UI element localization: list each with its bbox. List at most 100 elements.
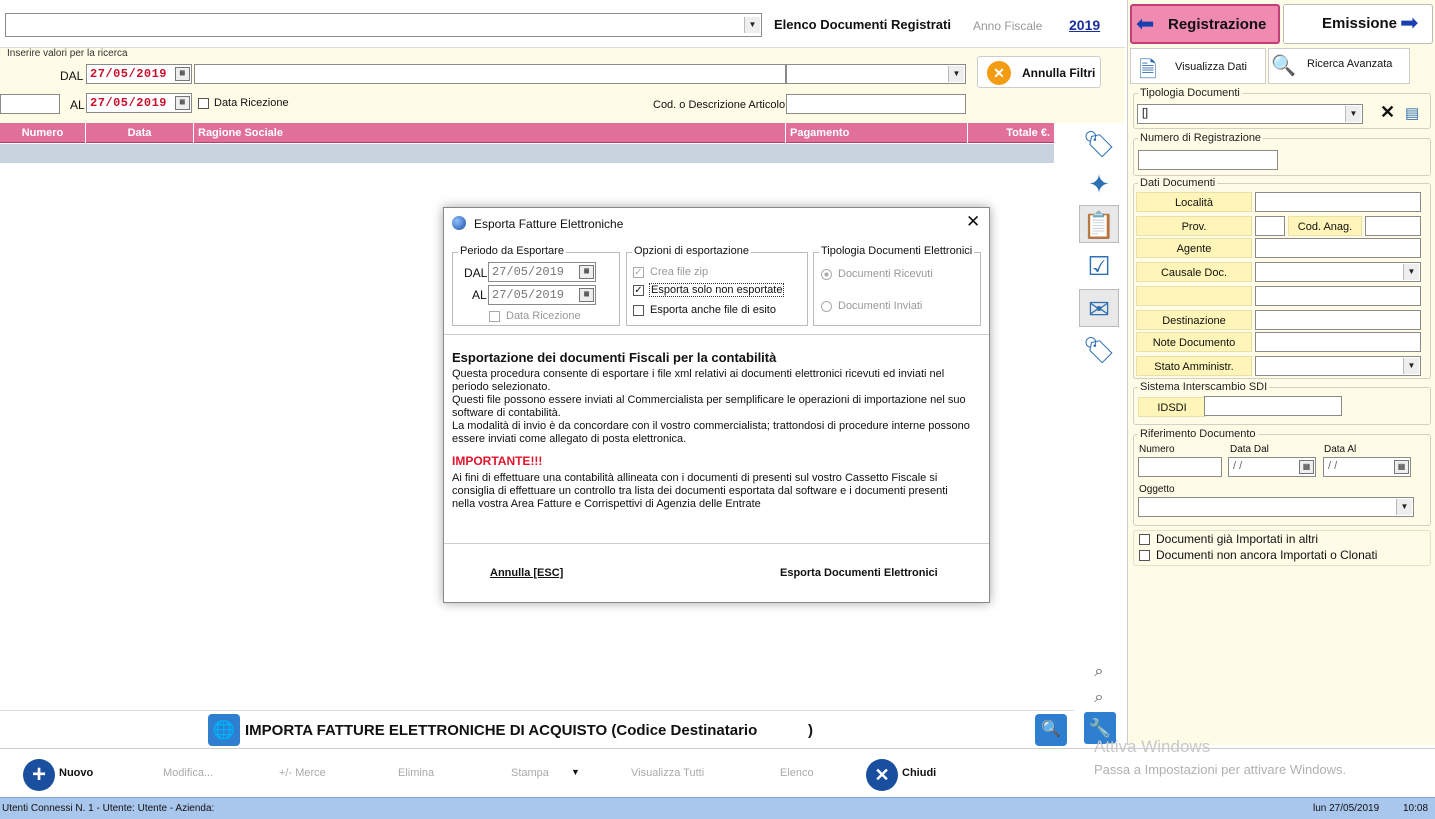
- dal-date-field[interactable]: 27/05/2019 ▦: [86, 64, 192, 84]
- calendar-icon[interactable]: ▦: [579, 265, 594, 279]
- checklist-icon[interactable]: ☑: [1079, 247, 1119, 285]
- fiscal-year-link[interactable]: 2019: [1069, 17, 1100, 33]
- merce-button[interactable]: +/- Merce: [279, 767, 326, 779]
- articolo-field[interactable]: [786, 94, 966, 114]
- destinazione-field[interactable]: [1255, 310, 1421, 330]
- chiudi-button[interactable]: Chiudi: [902, 767, 936, 779]
- close-icon[interactable]: ✕: [966, 212, 980, 232]
- inviati-radio[interactable]: [821, 301, 832, 312]
- filter-combo[interactable]: ▼: [786, 64, 966, 84]
- causale-select[interactable]: ▼: [1255, 262, 1421, 282]
- calendar-icon[interactable]: ▦: [579, 288, 594, 302]
- aux-field[interactable]: [0, 94, 60, 114]
- col-data[interactable]: Data: [86, 123, 194, 143]
- magic-wand-icon[interactable]: ✦: [1079, 165, 1119, 203]
- prov-field[interactable]: [1255, 216, 1285, 236]
- oggetto-select[interactable]: ▼: [1138, 497, 1414, 517]
- data-ricezione-checkbox[interactable]: [198, 98, 209, 109]
- al-date-field[interactable]: 27/05/2019 ▦: [86, 93, 192, 113]
- non-importati-checkbox[interactable]: [1139, 550, 1150, 561]
- importati-checkbox[interactable]: [1139, 534, 1150, 545]
- registrazione-button[interactable]: ⬅ Registrazione: [1130, 4, 1280, 44]
- crea-zip-checkbox[interactable]: ✓: [633, 267, 644, 278]
- stampa-button[interactable]: Stampa: [511, 767, 549, 779]
- solo-non-esportate-checkbox[interactable]: ✓: [633, 285, 644, 296]
- search-icon: 🔍: [1271, 55, 1296, 77]
- rif-numero-field[interactable]: [1138, 457, 1222, 477]
- esporta-documenti-button[interactable]: Esporta Documenti Elettronici: [780, 567, 938, 579]
- ricerca-avanzata-label: Ricerca Avanzata: [1307, 58, 1393, 70]
- numero-registrazione-field[interactable]: [1138, 150, 1278, 170]
- globe-icon: [452, 216, 466, 230]
- idsdi-field[interactable]: [1204, 396, 1342, 416]
- clipboard-icon[interactable]: 📋: [1079, 205, 1119, 243]
- annulla-filtri-label: Annulla Filtri: [1022, 66, 1096, 80]
- divider: [444, 334, 989, 335]
- col-totale[interactable]: Totale €.: [968, 123, 1054, 143]
- calendar-icon[interactable]: ▦: [175, 67, 190, 81]
- status-date: lun 27/05/2019: [1313, 803, 1380, 814]
- dialog-dal-label: DAL: [464, 266, 488, 280]
- col-numero[interactable]: Numero: [0, 123, 86, 143]
- tipologia-elettronici-title: Tipologia Documenti Elettronici: [819, 245, 975, 257]
- dialog-al-field[interactable]: 27/05/2019 ▦: [488, 285, 596, 305]
- search-filters: Inserire valori per la ricerca DAL 27/05…: [0, 47, 1125, 123]
- visualizza-dati-tab[interactable]: 🗎 Visualizza Dati: [1130, 48, 1266, 84]
- importati-label: Documenti già Importati in altri: [1156, 532, 1319, 546]
- dialog-dal-value: 27/05/2019: [492, 265, 565, 279]
- nuovo-button[interactable]: Nuovo: [59, 767, 93, 779]
- plus-icon[interactable]: +: [23, 759, 55, 791]
- modifica-button[interactable]: Modifica...: [163, 767, 213, 779]
- clear-icon[interactable]: ✕: [1380, 102, 1395, 123]
- calendar-icon[interactable]: ▦: [175, 96, 190, 110]
- chevron-down-icon[interactable]: ▼: [948, 66, 964, 82]
- annulla-filtri-button[interactable]: ✕ Annulla Filtri: [977, 56, 1101, 88]
- chevron-down-icon[interactable]: ▼: [744, 17, 760, 33]
- import-fatture-label[interactable]: IMPORTA FATTURE ELETTRONICHE DI ACQUISTO…: [245, 722, 757, 739]
- anche-esito-checkbox[interactable]: [633, 305, 644, 316]
- chevron-down-icon[interactable]: ▼: [1345, 106, 1361, 122]
- elenco-button[interactable]: Elenco: [780, 767, 814, 779]
- stampa-dropdown-icon[interactable]: ▼: [571, 767, 580, 777]
- emissione-button[interactable]: Emissione ➡: [1283, 4, 1433, 44]
- dialog-data-ricezione-checkbox[interactable]: [489, 311, 500, 322]
- status-text: Utenti Connessi N. 1 - Utente: Utente - …: [2, 803, 215, 814]
- calendar-icon[interactable]: ▦: [1299, 460, 1314, 474]
- col-ragione-sociale[interactable]: Ragione Sociale: [194, 123, 786, 143]
- chevron-down-icon[interactable]: ▼: [1403, 264, 1419, 280]
- rif-data-al-field[interactable]: / / ▦: [1323, 457, 1411, 477]
- ricevuti-radio[interactable]: [821, 269, 832, 280]
- tipologia-value: []: [1142, 107, 1149, 119]
- visualizza-dati-label: Visualizza Dati: [1175, 61, 1247, 73]
- extra-field[interactable]: [1255, 286, 1421, 306]
- note-documento-field[interactable]: [1255, 332, 1421, 352]
- edit-icon[interactable]: ▤: [1405, 104, 1419, 122]
- stato-amministrativo-select[interactable]: ▼: [1255, 356, 1421, 376]
- tag-icon[interactable]: 🏷: [1079, 125, 1119, 163]
- visualizza-tutti-button[interactable]: Visualizza Tutti: [631, 767, 704, 779]
- agente-field[interactable]: [1255, 238, 1421, 258]
- close-icon[interactable]: ✕: [866, 759, 898, 791]
- mail-icon[interactable]: ✉: [1079, 289, 1119, 327]
- col-pagamento[interactable]: Pagamento: [786, 123, 968, 143]
- table-row[interactable]: [0, 144, 1054, 163]
- chevron-down-icon[interactable]: ▼: [1396, 499, 1412, 515]
- dal-date-value: 27/05/2019: [90, 67, 168, 81]
- search-icon[interactable]: 🔍: [1035, 714, 1067, 746]
- solo-non-esportate-label: Esporta solo non esportate: [649, 283, 785, 297]
- chevron-down-icon[interactable]: ▼: [1403, 358, 1419, 374]
- localita-label: Località: [1136, 192, 1252, 212]
- elimina-button[interactable]: Elimina: [398, 767, 434, 779]
- search-text-field[interactable]: [194, 64, 786, 84]
- calendar-icon[interactable]: ▦: [1394, 460, 1409, 474]
- annulla-esc-button[interactable]: Annulla [ESC]: [490, 567, 563, 579]
- tipologia-select[interactable]: [] ▼: [1137, 104, 1363, 124]
- localita-field[interactable]: [1255, 192, 1421, 212]
- ricerca-avanzata-tab[interactable]: 🔍 Ricerca Avanzata: [1268, 48, 1410, 84]
- cod-anag-field[interactable]: [1365, 216, 1421, 236]
- rif-data-dal-field[interactable]: / / ▦: [1228, 457, 1316, 477]
- globe-icon[interactable]: 🌐: [208, 714, 240, 746]
- tags-icon[interactable]: 🏷: [1079, 331, 1119, 369]
- dialog-dal-field[interactable]: 27/05/2019 ▦: [488, 262, 596, 282]
- document-type-combo[interactable]: ▼: [5, 13, 762, 37]
